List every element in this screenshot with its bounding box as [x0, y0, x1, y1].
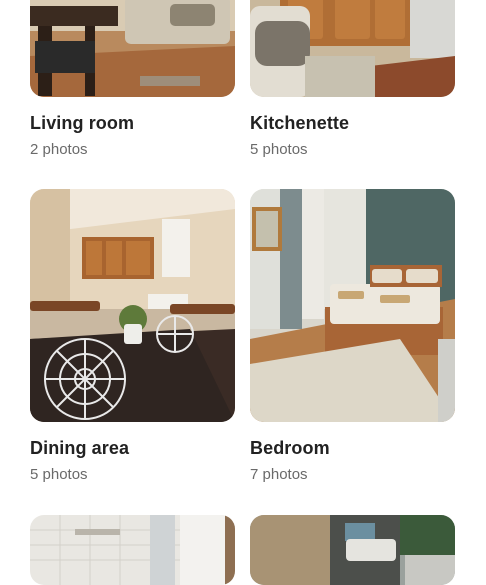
- photo-count: 2 photos: [30, 141, 88, 158]
- bedroom-photo[interactable]: [250, 189, 455, 422]
- room-label: Dining area: [30, 438, 130, 458]
- bathroom-photo[interactable]: [30, 515, 235, 585]
- photo-count: 7 photos: [250, 466, 308, 483]
- photo-count: 5 photos: [250, 141, 308, 158]
- kitchenette-photo[interactable]: [250, 0, 455, 97]
- dining-area-photo[interactable]: [30, 189, 235, 422]
- photo-count: 5 photos: [30, 466, 88, 483]
- living-room-photo[interactable]: [30, 0, 235, 97]
- room-label: Living room: [30, 113, 135, 133]
- room-label: Kitchenette: [250, 113, 350, 133]
- exterior-photo[interactable]: [250, 515, 455, 585]
- room-label: Bedroom: [250, 438, 330, 458]
